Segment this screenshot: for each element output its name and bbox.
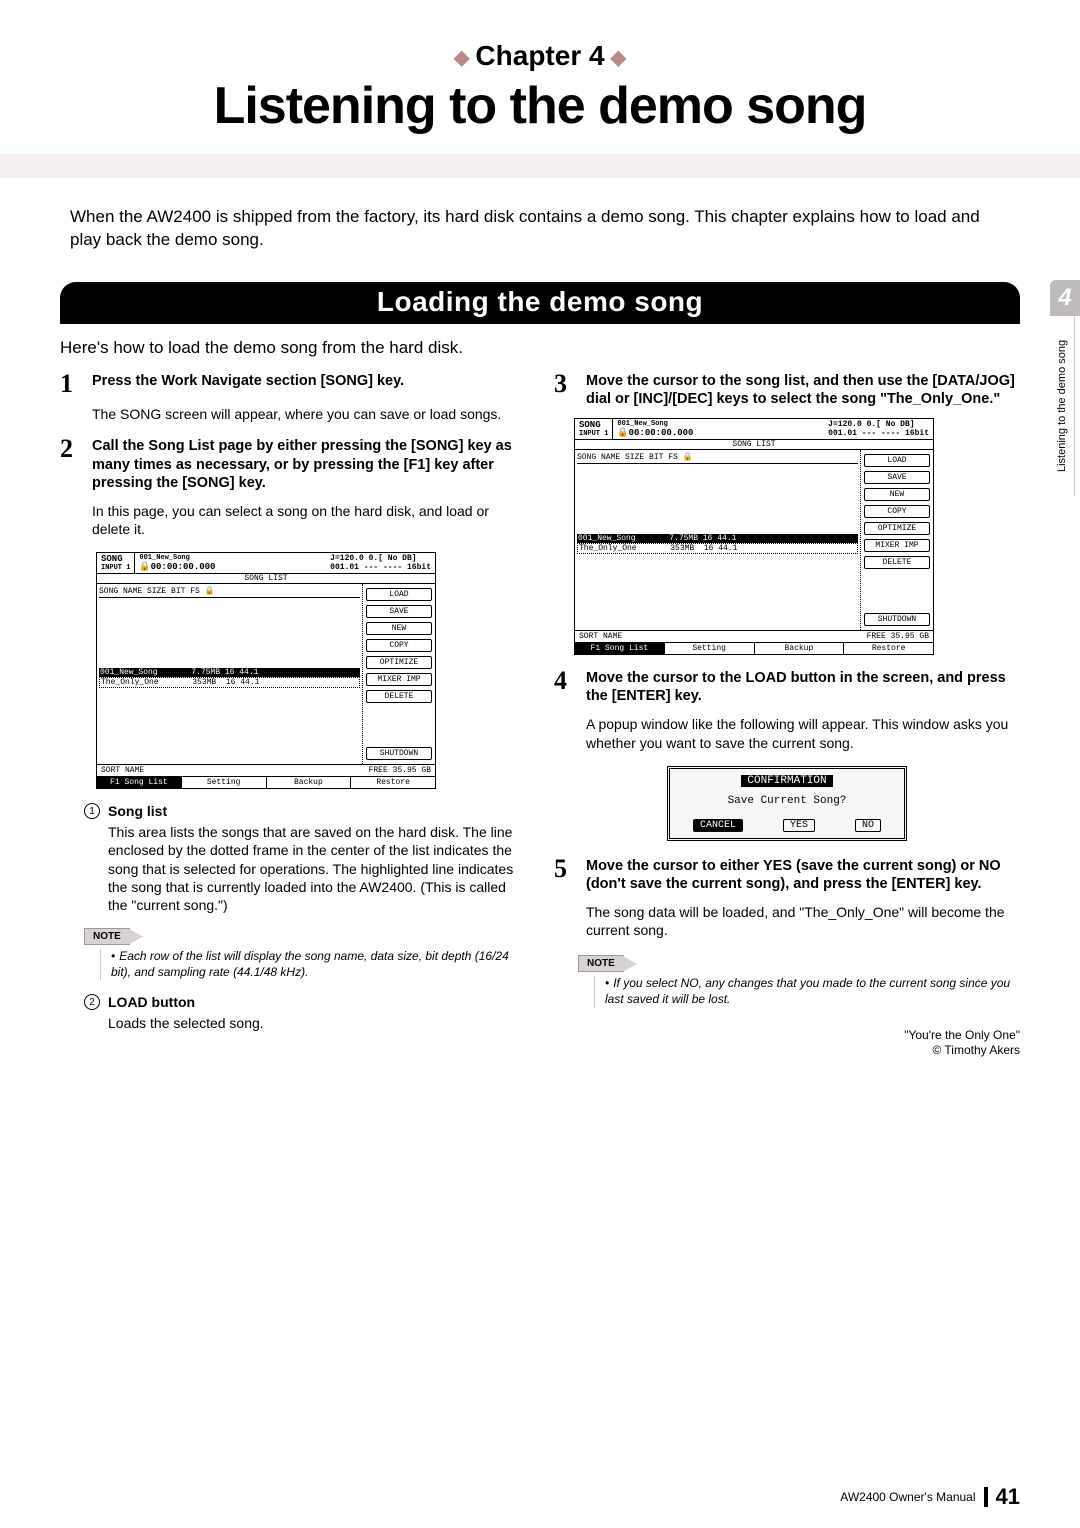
step-title: Move the cursor to the song list, and th… xyxy=(586,372,1020,408)
page-footer: AW2400 Owner's Manual 41 xyxy=(840,1484,1020,1510)
manual-name: AW2400 Owner's Manual xyxy=(840,1490,975,1504)
title-rule xyxy=(0,154,1080,178)
circle-1-icon: 1 xyxy=(84,803,100,819)
step-4: 4 Move the cursor to the LOAD button in … xyxy=(554,669,1020,705)
note-label: NOTE xyxy=(578,955,624,972)
step-title: Press the Work Navigate section [SONG] k… xyxy=(92,372,404,395)
step-title: Move the cursor to either YES (save the … xyxy=(586,857,1020,893)
lcd-delete-button: DELETE xyxy=(864,556,930,569)
section-intro: Here's how to load the demo song from th… xyxy=(60,338,1020,358)
lcd-save-button: SAVE xyxy=(864,471,930,484)
lcd-optimize-button: OPTIMIZE xyxy=(864,522,930,535)
lcd-shutdown-button: SHUTDOWN xyxy=(864,613,930,626)
diamond-icon: ◆ xyxy=(611,47,626,69)
side-tab: 4 Listening to the demo song xyxy=(1050,280,1080,496)
callout-2-text: Loads the selected song. xyxy=(108,1014,526,1032)
popup-yes-button: YES xyxy=(783,819,815,832)
step-title: Move the cursor to the LOAD button in th… xyxy=(586,669,1020,705)
lcd-shutdown-button: SHUTDOWN xyxy=(366,747,432,760)
step-2: 2 Call the Song List page by either pres… xyxy=(60,437,526,491)
lcd-new-button: NEW xyxy=(366,622,432,635)
page-number: 41 xyxy=(996,1484,1020,1510)
step-number: 5 xyxy=(554,857,576,893)
step-number: 2 xyxy=(60,437,82,491)
lcd-load-button: LOAD xyxy=(366,588,432,601)
popup-title: CONFIRMATION xyxy=(741,775,832,787)
circle-2-icon: 2 xyxy=(84,994,100,1010)
page-title: Listening to the demo song xyxy=(60,76,1020,136)
note-2: •If you select NO, any changes that you … xyxy=(594,976,1020,1007)
diamond-icon: ◆ xyxy=(454,47,469,69)
lcd-new-button: NEW xyxy=(864,488,930,501)
lcd-screenshot-2: SONG INPUT 1 001_New_Song 🔒00:00:00.000 … xyxy=(574,418,934,655)
lcd-mixerimp-button: MIXER IMP xyxy=(864,539,930,552)
lcd-optimize-button: OPTIMIZE xyxy=(366,656,432,669)
popup-message: Save Current Song? xyxy=(676,795,898,807)
lcd-copy-button: COPY xyxy=(366,639,432,652)
lcd-mixerimp-button: MIXER IMP xyxy=(366,673,432,686)
step-body: The song data will be loaded, and "The_O… xyxy=(586,903,1020,939)
confirmation-popup: CONFIRMATION Save Current Song? CANCEL Y… xyxy=(667,766,907,841)
step-body: A popup window like the following will a… xyxy=(586,715,1020,751)
lcd-copy-button: COPY xyxy=(864,505,930,518)
popup-cancel-button: CANCEL xyxy=(693,819,743,832)
step-3: 3 Move the cursor to the song list, and … xyxy=(554,372,1020,408)
lcd-delete-button: DELETE xyxy=(366,690,432,703)
step-5: 5 Move the cursor to either YES (save th… xyxy=(554,857,1020,893)
step-number: 3 xyxy=(554,372,576,408)
popup-no-button: NO xyxy=(855,819,881,832)
section-heading: Loading the demo song xyxy=(60,282,1020,324)
left-column: 1 Press the Work Navigate section [SONG]… xyxy=(60,372,526,1059)
chapter-label: ◆Chapter 4◆ xyxy=(60,40,1020,72)
callout-2: 2 LOAD button xyxy=(84,994,526,1010)
step-number: 1 xyxy=(60,372,82,395)
side-tab-title: Listening to the demo song xyxy=(1050,316,1075,496)
lcd-load-button: LOAD xyxy=(864,454,930,467)
lcd-screenshot-1: SONG INPUT 1 001_New_Song 🔒00:00:00.000 … xyxy=(96,552,436,789)
chapter-intro: When the AW2400 is shipped from the fact… xyxy=(70,206,1010,252)
step-body: In this page, you can select a song on t… xyxy=(92,502,526,538)
note-label: NOTE xyxy=(84,928,130,945)
lcd-save-button: SAVE xyxy=(366,605,432,618)
right-column: 3 Move the cursor to the song list, and … xyxy=(554,372,1020,1059)
step-title: Call the Song List page by either pressi… xyxy=(92,437,526,491)
footer-bar-icon xyxy=(984,1487,988,1507)
side-tab-chapter-number: 4 xyxy=(1050,280,1080,316)
step-number: 4 xyxy=(554,669,576,705)
step-1: 1 Press the Work Navigate section [SONG]… xyxy=(60,372,526,395)
callout-1-text: This area lists the songs that are saved… xyxy=(108,823,526,914)
step-body: The SONG screen will appear, where you c… xyxy=(92,405,526,423)
song-credit: "You're the Only One" © Timothy Akers xyxy=(554,1028,1020,1059)
callout-1: 1 Song list xyxy=(84,803,526,819)
note-1: •Each row of the list will display the s… xyxy=(100,949,526,980)
